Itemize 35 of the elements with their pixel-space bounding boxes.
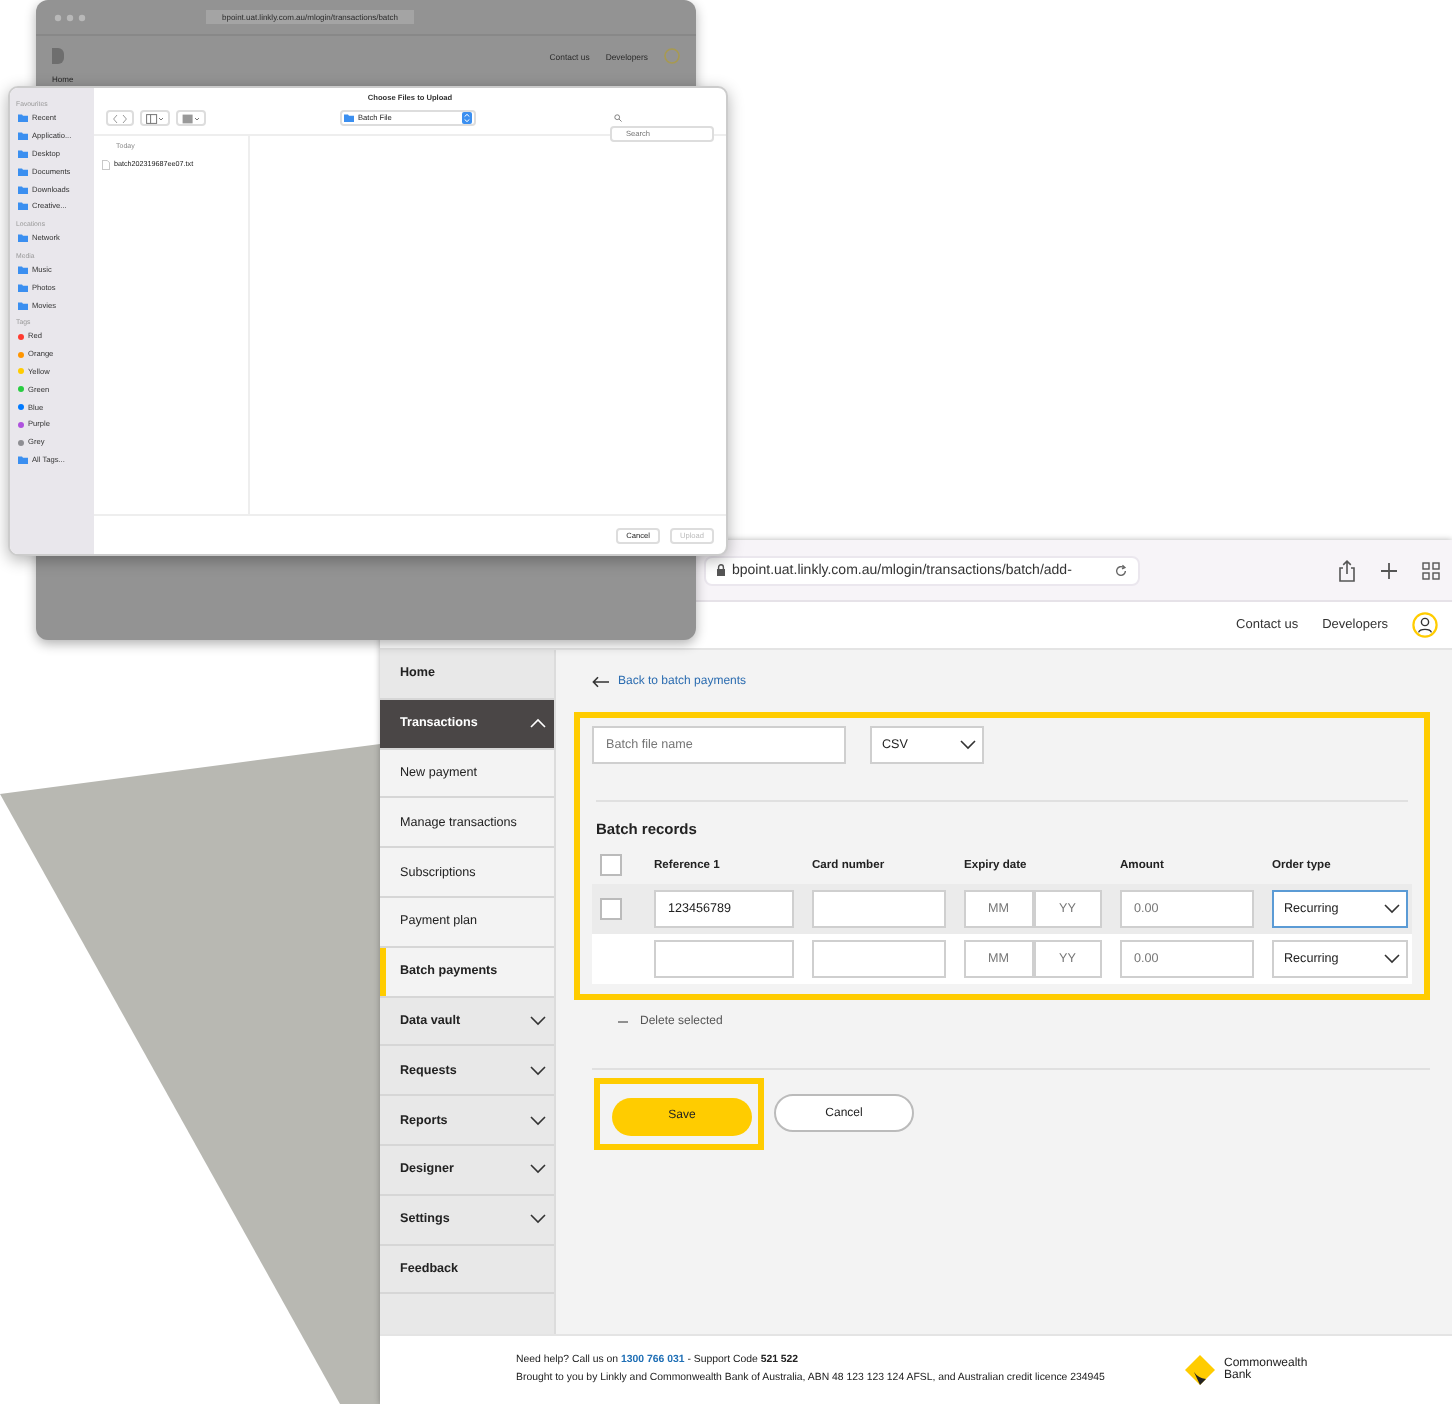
chevron-icon [530, 1214, 546, 1225]
reference-field[interactable] [654, 940, 794, 978]
share-icon[interactable] [1338, 559, 1356, 581]
chevron-icon [1384, 954, 1400, 964]
card-number-field[interactable] [812, 940, 946, 978]
chevron-icon [530, 1164, 546, 1175]
reload-icon[interactable] [1114, 563, 1128, 577]
folder-icon [344, 114, 354, 122]
tabs-grid-icon[interactable] [1422, 561, 1440, 579]
minus-icon[interactable] [618, 1019, 628, 1023]
view-columns-button[interactable] [140, 110, 170, 126]
back-forward-buttons[interactable] [106, 110, 134, 126]
stepper-icon [462, 112, 472, 124]
bank-logo-icon [1184, 1354, 1216, 1386]
select-all-checkbox[interactable] [600, 854, 622, 876]
card-number-field[interactable] [812, 890, 946, 928]
row-checkbox[interactable] [600, 898, 622, 920]
chevron-icon [1384, 904, 1400, 914]
logo-icon [52, 48, 64, 64]
search-icon [614, 114, 622, 122]
view-grid-button[interactable] [176, 110, 206, 126]
chevron-icon [960, 740, 976, 750]
folder-icon [18, 455, 28, 464]
chevron-icon [530, 718, 546, 729]
back-arrow-icon[interactable] [592, 675, 610, 687]
document-icon [102, 159, 110, 169]
account-icon[interactable] [1412, 612, 1438, 638]
chevron-icon [530, 1115, 546, 1126]
lock-icon [716, 564, 726, 576]
account-icon [664, 48, 680, 64]
folder-icon [18, 234, 28, 243]
new-tab-icon[interactable] [1380, 561, 1398, 579]
chevron-icon [530, 1015, 546, 1026]
window-controls-icon [54, 13, 86, 21]
chevron-icon [530, 1065, 546, 1076]
